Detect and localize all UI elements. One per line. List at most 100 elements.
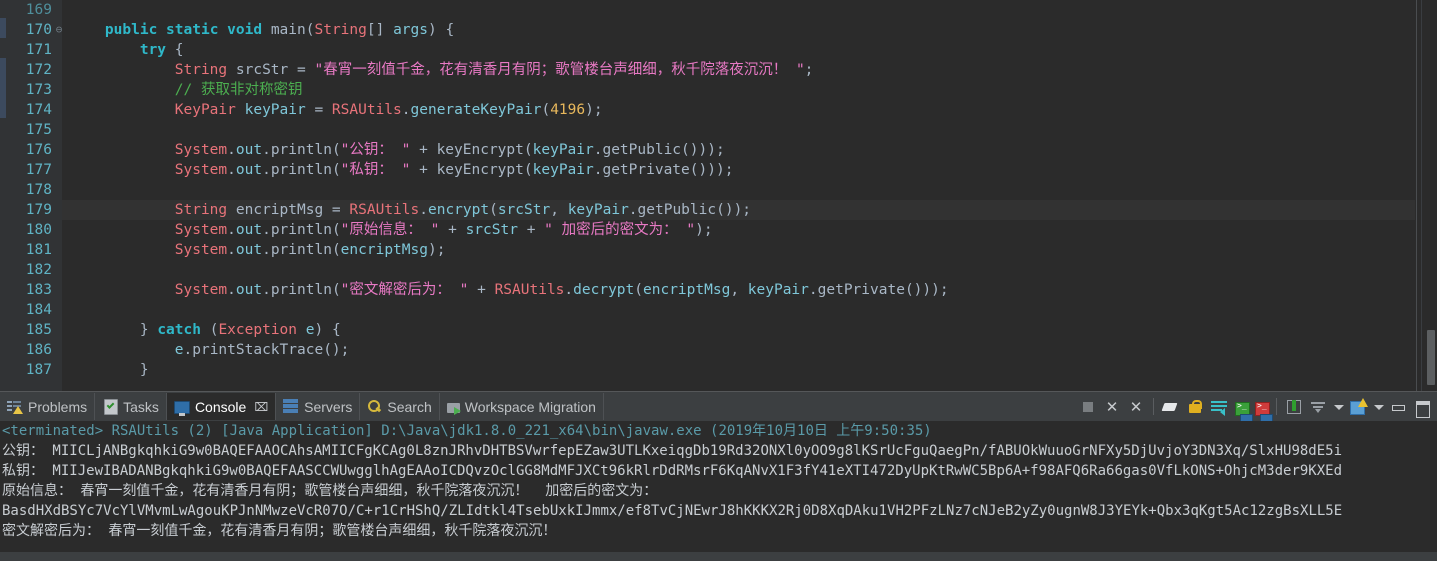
code-token-pl: ())); (689, 162, 734, 178)
console-output[interactable]: <terminated> RSAUtils (2) [Java Applicat… (0, 421, 1437, 552)
word-wrap-button[interactable] (1208, 395, 1230, 418)
close-icon[interactable]: ⌧ (254, 400, 268, 414)
code-line[interactable]: 169 (0, 0, 1437, 20)
code-token-var: out (235, 222, 263, 238)
scroll-lock-button[interactable] (1184, 396, 1206, 418)
code-token-str: "公钥： " (340, 142, 411, 158)
display-selected-console-dropdown[interactable] (1331, 396, 1345, 418)
editor-scrollbar-thumb[interactable] (1427, 330, 1435, 385)
line-number: 172 (25, 62, 52, 78)
code-line[interactable]: 180 System.out.println("原始信息： " + srcStr… (0, 220, 1437, 240)
code-token-cls: String (314, 22, 367, 38)
panel-tab-search[interactable]: Search (360, 393, 440, 420)
code-token-str: "原始信息： " (340, 222, 440, 238)
open-console-button[interactable] (1347, 396, 1369, 418)
remove-all-terminated-button[interactable]: ✕ (1125, 396, 1147, 418)
line-number: 186 (25, 342, 52, 358)
pin-console-button[interactable] (1283, 396, 1305, 418)
panel-tab-servers[interactable]: Servers (276, 393, 361, 420)
show-console-stdout-button[interactable] (1235, 401, 1253, 423)
line-number: 184 (25, 302, 52, 318)
terminate-button[interactable] (1077, 396, 1099, 418)
code-token-cls: System (174, 242, 228, 258)
code-token-pl: ( (489, 202, 498, 218)
panel-tab-tasks[interactable]: Tasks (95, 393, 167, 420)
code-line[interactable]: 173 // 获取非对称密钥 (0, 80, 1437, 100)
code-line[interactable]: 172 String srcStr = "春宵一刻值千金，花有清香月有阴；歌管楼… (0, 60, 1437, 80)
code-token-pl: ()); (716, 202, 752, 218)
code-line[interactable]: 184 (0, 300, 1437, 320)
code-line[interactable]: 171 try { (0, 40, 1437, 60)
clear-console-button[interactable] (1160, 396, 1182, 418)
line-number: 174 (25, 102, 52, 118)
code-line[interactable]: 170 ⊖ public static void main(String[] ar… (0, 20, 1437, 40)
console-line: 密文解密后为： 春宵一刻值千金，花有清香月有阴；歌管楼台声细细，秋千院落夜沉沉！ (2, 523, 557, 539)
code-text: } (70, 360, 149, 380)
code-line[interactable]: 183 System.out.println("密文解密后为： " + RSAU… (0, 280, 1437, 300)
code-line[interactable]: 186 e.printStackTrace(); (0, 340, 1437, 360)
code-token-pl: keyEncrypt (436, 142, 524, 158)
panel-tab-problems[interactable]: Problems (0, 393, 96, 420)
code-token-pl: ) { (428, 22, 455, 38)
code-token-pl: println (270, 162, 332, 178)
code-line[interactable]: 182 (0, 260, 1437, 280)
panel-tab-console[interactable]: Console ⌧ (166, 393, 277, 420)
show-console-stderr-button[interactable] (1255, 401, 1273, 423)
code-token-var: generateKeyPair (410, 102, 542, 118)
code-token-kw2: void (227, 22, 263, 38)
editor-right-border (1416, 0, 1417, 391)
code-line[interactable]: 177 System.out.println("私钥： " + keyEncry… (0, 160, 1437, 180)
code-token-pl: [] (366, 22, 394, 38)
remove-launch-button[interactable]: ✕ (1101, 396, 1123, 418)
code-token-cls: System (174, 162, 228, 178)
code-token-var: args (393, 22, 428, 38)
panel-tab-label: Servers (304, 398, 353, 415)
code-token-pl: ( (200, 322, 219, 338)
code-text: System.out.println("私钥： " + keyEncrypt(k… (70, 160, 734, 180)
code-token-pl: ); (427, 242, 446, 258)
code-token-pl: ( (331, 242, 341, 258)
code-line[interactable]: 175 (0, 120, 1437, 140)
code-token-pl: ) { (314, 322, 341, 338)
code-token-cls: RSAUtils (494, 282, 565, 298)
display-selected-console-button[interactable] (1307, 395, 1329, 418)
code-token-var: encriptMsg (643, 282, 731, 298)
code-line[interactable]: 179 String encriptMsg = RSAUtils.encrypt… (0, 200, 1437, 220)
code-token-str: "私钥： " (340, 162, 411, 178)
code-token-pl: . (227, 242, 236, 258)
code-editor[interactable]: 169 170 ⊖ public static void main(String[]… (0, 0, 1437, 391)
fold-collapse-icon[interactable]: ⊖ (54, 20, 64, 40)
code-text: // 获取非对称密钥 (70, 80, 303, 100)
line-number: 175 (25, 122, 52, 138)
tasks-icon (104, 398, 119, 415)
code-line[interactable]: 181 System.out.println(encriptMsg); (0, 240, 1437, 260)
code-token-pl: ( (331, 142, 341, 158)
minimize-panel-button[interactable] (1387, 396, 1409, 418)
console-line: 私钥： MIIJewIBADANBgkqhkiG9w0BAQEFAASCCWUw… (2, 463, 1343, 479)
code-line[interactable]: 178 (0, 180, 1437, 200)
code-text: public static void main(String[] args) { (70, 20, 454, 40)
editor-vertical-scrollbar[interactable] (1421, 0, 1437, 391)
open-console-dropdown[interactable] (1371, 396, 1385, 418)
maximize-panel-button[interactable] (1411, 396, 1433, 418)
code-token-var: srcStr (497, 202, 551, 218)
code-token-pl: . (227, 142, 236, 158)
code-token-pl: println (270, 142, 332, 158)
code-line[interactable]: 174 KeyPair keyPair = RSAUtils.generateK… (0, 100, 1437, 120)
code-line[interactable]: 176 System.out.println("公钥： " + keyEncry… (0, 140, 1437, 160)
separator-1 (1153, 398, 1154, 415)
code-line[interactable]: 187 } (0, 360, 1437, 380)
line-number: 179 (25, 202, 52, 218)
code-token-pl: , (730, 282, 748, 298)
code-line[interactable]: 185 } catch (Exception e) { (0, 320, 1437, 340)
console-line: BasdHXdBSYc7VcYlVMvmLwAgouKPJnNMwzeVcR07… (2, 503, 1343, 519)
panel-tab-workspace-migration[interactable]: Workspace Migration (440, 393, 604, 420)
code-token-pl: . (227, 162, 236, 178)
code-token-pl: . (564, 282, 574, 298)
console-line: 公钥： MIICLjANBgkqhkiG9w0BAQEFAAOCAhsAMIIC… (2, 443, 1343, 459)
